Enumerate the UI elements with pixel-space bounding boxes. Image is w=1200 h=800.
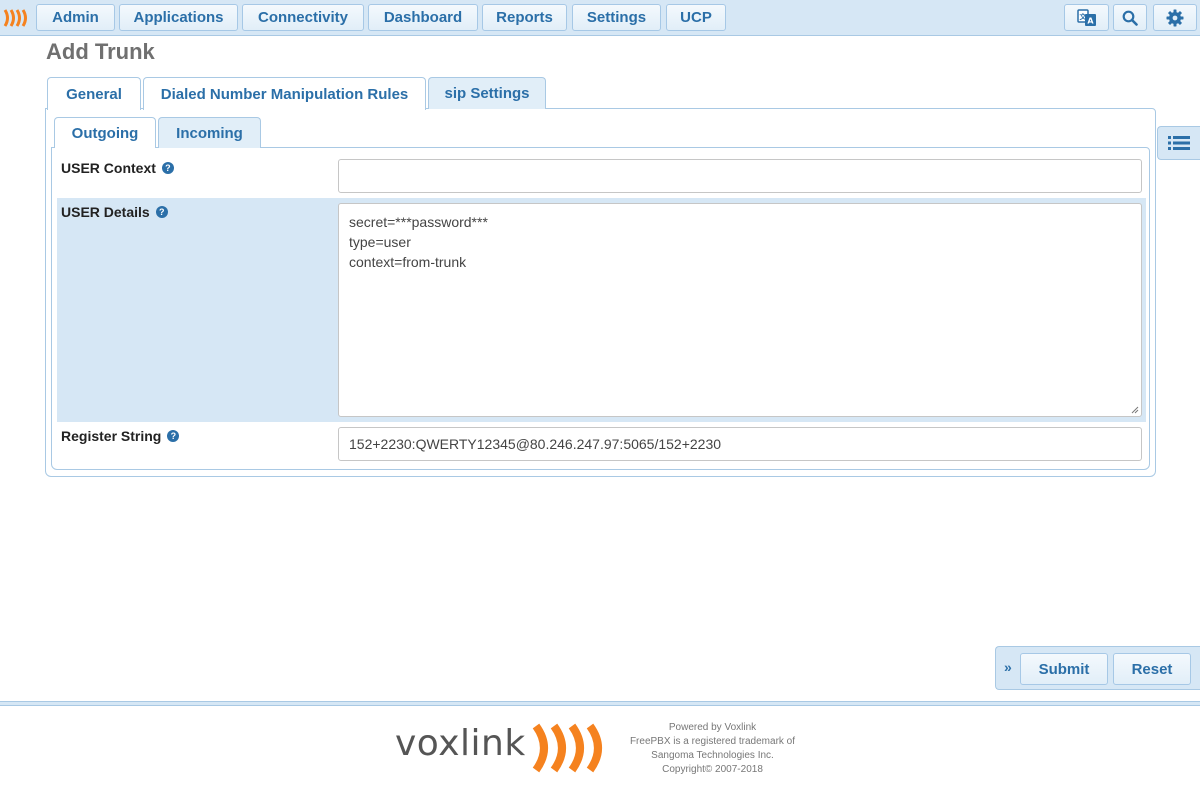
user-context-label-group: USER Context ?	[61, 160, 174, 176]
reset-button[interactable]: Reset	[1113, 653, 1191, 685]
subtab-outgoing[interactable]: Outgoing	[54, 117, 156, 148]
settings-gear-button[interactable]	[1153, 4, 1197, 31]
user-details-line: type=user	[349, 234, 411, 250]
register-string-input[interactable]: 152+2230:QWERTY12345@80.246.247.97:5065/…	[338, 427, 1142, 461]
nav-settings[interactable]: Settings	[572, 4, 661, 31]
nav-admin[interactable]: Admin	[36, 4, 115, 31]
nav-dashboard[interactable]: Dashboard	[368, 4, 478, 31]
search-button[interactable]	[1113, 4, 1147, 31]
side-list-toggle-button[interactable]	[1157, 126, 1200, 160]
search-icon	[1122, 10, 1138, 26]
voxlink-logo-text: voxlink	[395, 723, 526, 764]
register-string-label-group: Register String ?	[61, 428, 180, 444]
footer-line: Copyright© 2007-2018	[662, 764, 763, 775]
double-chevron-right-icon[interactable]: »	[1004, 659, 1012, 675]
nav-applications[interactable]: Applications	[119, 4, 238, 31]
footer-divider	[0, 701, 1200, 706]
user-details-line: context=from-trunk	[349, 254, 467, 270]
nav-reports[interactable]: Reports	[482, 4, 567, 31]
register-string-label: Register String	[61, 428, 162, 444]
subtab-incoming[interactable]: Incoming	[158, 117, 261, 148]
submit-button[interactable]: Submit	[1020, 653, 1108, 685]
help-icon[interactable]: ?	[167, 430, 180, 442]
user-details-line: secret=***password***	[349, 214, 488, 230]
list-icon	[1168, 136, 1190, 150]
footer-line: FreePBX is a registered trademark of	[629, 736, 796, 747]
resize-grip-icon[interactable]	[1131, 406, 1139, 414]
help-icon[interactable]: ?	[161, 162, 174, 174]
footer-credits: Powered by Voxlink FreePBX is a register…	[620, 721, 805, 777]
tab-general[interactable]: General	[47, 77, 141, 110]
language-icon: 文 A	[1076, 8, 1096, 26]
user-details-textarea[interactable]: secret=***password*** type=user context=…	[338, 203, 1142, 417]
svg-text:A: A	[1087, 16, 1094, 25]
tab-dialed-number-manipulation-rules[interactable]: Dialed Number Manipulation Rules	[143, 77, 426, 110]
footer-line: Sangoma Technologies Inc.	[651, 750, 774, 761]
svg-text:文: 文	[1079, 12, 1087, 21]
nav-connectivity[interactable]: Connectivity	[242, 4, 364, 31]
user-details-label: USER Details	[61, 204, 150, 220]
freepbx-logo-icon[interactable]	[3, 8, 31, 28]
footer-line: Powered by Voxlink	[668, 722, 757, 733]
top-navigation-bar: Admin Applications Connectivity Dashboar…	[0, 0, 1200, 36]
nav-ucp[interactable]: UCP	[666, 4, 726, 31]
user-details-label-group: USER Details ?	[61, 204, 168, 220]
user-context-label: USER Context	[61, 160, 156, 176]
user-context-input[interactable]	[338, 159, 1142, 193]
voxlink-waves-icon	[532, 723, 602, 773]
help-icon[interactable]: ?	[155, 206, 168, 218]
language-button[interactable]: 文 A	[1064, 4, 1109, 31]
action-bar: » Submit Reset	[995, 646, 1200, 690]
tab-sip-settings[interactable]: sip Settings	[428, 77, 546, 109]
page-title: Add Trunk	[46, 39, 155, 64]
gear-icon	[1166, 9, 1184, 26]
